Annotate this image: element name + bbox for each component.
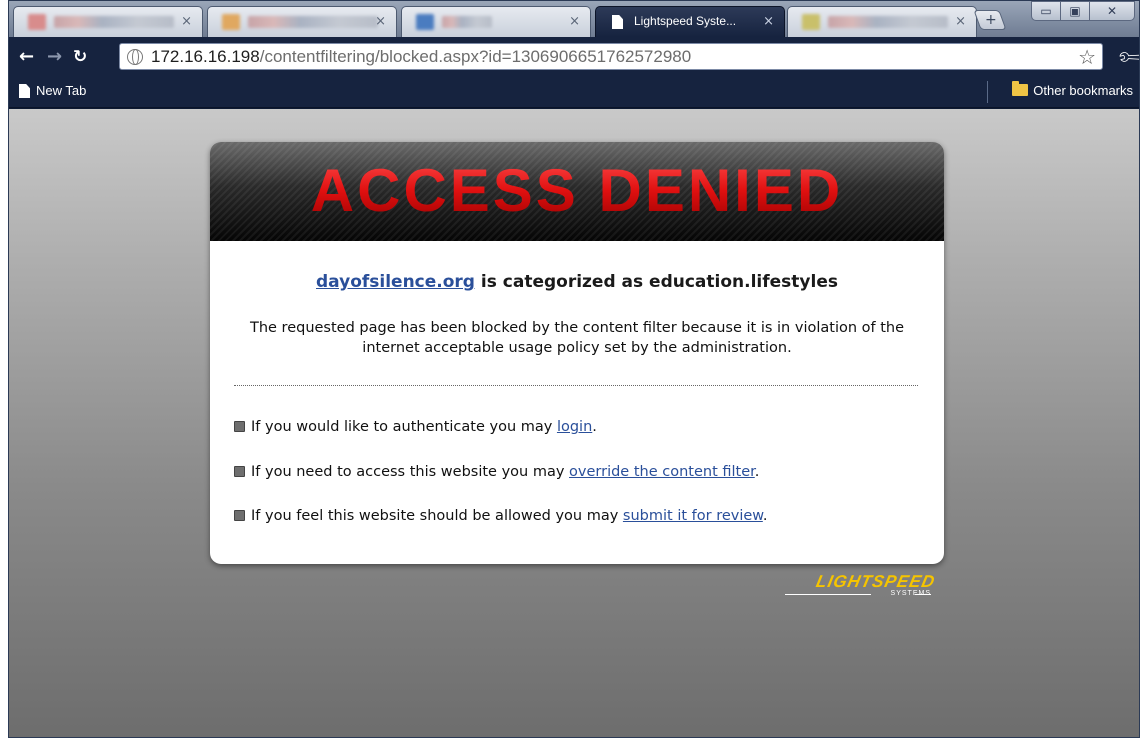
other-bookmarks[interactable]: Other bookmarks — [1012, 81, 1133, 98]
reload-icon[interactable]: ↻ — [73, 47, 87, 67]
tab-favicon — [222, 14, 240, 30]
lightspeed-logo: LIGHTSPEED SYSTEMS — [779, 572, 938, 602]
window-controls: ▭ ▣ ✕ — [1031, 1, 1135, 23]
maximize-button[interactable]: ▣ — [1060, 1, 1090, 21]
logo-rule — [785, 594, 871, 595]
tab-title-blurred — [248, 16, 378, 28]
tab-active[interactable]: Lightspeed Syste... × — [595, 6, 785, 37]
page-icon — [612, 15, 623, 29]
bookmarks-bar: New Tab Other bookmarks — [9, 77, 1139, 108]
bookmark-star-icon[interactable]: ☆ — [1078, 45, 1096, 69]
tab-title-blurred — [54, 16, 174, 28]
tab-title-blurred — [442, 16, 492, 28]
option-override: If you need to access this website you m… — [234, 464, 759, 480]
back-arrow-icon[interactable]: ← — [19, 47, 34, 67]
address-bar[interactable]: 172.16.16.198/contentfiltering/blocked.a… — [119, 43, 1103, 70]
tab-title: Lightspeed Syste... — [634, 14, 737, 28]
tab-3[interactable]: × — [401, 6, 591, 37]
tab-close-icon[interactable]: × — [763, 14, 774, 29]
url-text[interactable]: 172.16.16.198/contentfiltering/blocked.a… — [151, 47, 691, 67]
override-filter-link[interactable]: override the content filter — [569, 464, 755, 480]
bookmarks-separator — [987, 81, 988, 103]
folder-icon — [1012, 81, 1029, 96]
tab-close-icon[interactable]: × — [955, 14, 966, 29]
tab-favicon — [802, 14, 820, 30]
tab-close-icon[interactable]: × — [569, 14, 580, 29]
site-link[interactable]: dayofsilence.org — [316, 272, 475, 292]
bookmark-new-tab[interactable]: New Tab — [19, 83, 86, 98]
page-icon — [19, 84, 30, 98]
wrench-icon[interactable]: 🔧︎ — [1114, 40, 1139, 75]
tab-1[interactable]: × — [13, 6, 203, 37]
blocked-headline: dayofsilence.org is categorized as educa… — [316, 272, 838, 292]
tab-2[interactable]: × — [207, 6, 397, 37]
plus-icon: + — [985, 12, 997, 28]
minimize-button[interactable]: ▭ — [1031, 1, 1061, 21]
access-denied-banner: ACCESS DENIED — [210, 142, 944, 241]
browser-window: × × × Lightspeed Syste... × × + ▭ ▣ ✕ ← … — [8, 0, 1140, 738]
browser-toolbar: ← → ↻ 172.16.16.198/contentfiltering/blo… — [9, 37, 1139, 77]
forward-arrow-icon[interactable]: → — [47, 47, 62, 67]
divider — [234, 385, 918, 386]
login-link[interactable]: login — [557, 419, 592, 435]
tab-5[interactable]: × — [787, 6, 977, 37]
tab-close-icon[interactable]: × — [375, 14, 386, 29]
tab-close-icon[interactable]: × — [181, 14, 192, 29]
block-description: The requested page has been blocked by t… — [249, 320, 905, 356]
page-content: ACCESS DENIED dayofsilence.org is catego… — [9, 109, 1139, 737]
square-bullet-icon — [234, 421, 245, 432]
square-bullet-icon — [234, 466, 245, 477]
option-login: If you would like to authenticate you ma… — [234, 419, 597, 435]
tab-strip: × × × Lightspeed Syste... × × + ▭ ▣ ✕ — [9, 1, 1139, 37]
close-window-button[interactable]: ✕ — [1089, 1, 1135, 21]
tab-title-blurred — [828, 16, 948, 28]
option-review: If you feel this website should be allow… — [234, 508, 767, 524]
new-tab-button[interactable]: + — [973, 10, 1007, 30]
banner-title: ACCESS DENIED — [210, 156, 944, 225]
square-bullet-icon — [234, 510, 245, 521]
submit-review-link[interactable]: submit it for review — [623, 508, 763, 524]
logo-wordmark: LIGHTSPEED — [814, 572, 938, 591]
blocked-card: ACCESS DENIED dayofsilence.org is catego… — [210, 142, 944, 564]
tab-favicon — [416, 14, 434, 30]
tab-favicon — [28, 14, 46, 30]
logo-rule — [915, 594, 931, 595]
globe-icon — [127, 49, 143, 65]
